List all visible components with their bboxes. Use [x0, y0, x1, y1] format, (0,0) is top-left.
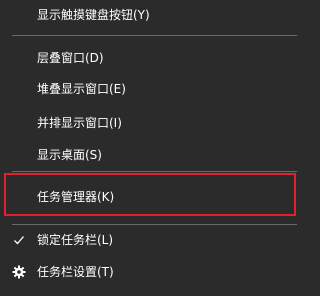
menu-item-show-desktop[interactable]: 显示桌面(S): [0, 140, 309, 170]
menu-item-show-windows-side-by-side[interactable]: 并排显示窗口(I): [0, 108, 309, 138]
menu-item-taskbar-settings[interactable]: 任务栏设置(T): [0, 257, 309, 287]
menu-separator: [12, 171, 297, 172]
menu-item-label: 显示桌面(S): [37, 148, 102, 162]
menu-separator: [12, 35, 297, 36]
menu-item-label: 堆叠显示窗口(E): [37, 82, 126, 96]
highlight-annotation-box: [4, 173, 296, 216]
menu-item-label: 层叠窗口(D): [37, 51, 104, 65]
menu-item-label: 并排显示窗口(I): [37, 116, 122, 130]
menu-item-label: 锁定任务栏(L): [37, 233, 114, 247]
menu-item-cascade-windows[interactable]: 层叠窗口(D): [0, 43, 309, 73]
menu-item-label: 显示触摸键盘按钮(Y): [37, 8, 150, 22]
menu-item-show-windows-stacked[interactable]: 堆叠显示窗口(E): [0, 74, 309, 104]
menu-item-show-touch-keyboard[interactable]: 显示触摸键盘按钮(Y): [0, 0, 309, 30]
taskbar-context-menu: 显示触摸键盘按钮(Y) 层叠窗口(D) 堆叠显示窗口(E) 并排显示窗口(I) …: [0, 0, 309, 296]
menu-item-label: 任务栏设置(T): [37, 265, 114, 279]
menu-item-lock-taskbar[interactable]: 锁定任务栏(L): [0, 225, 309, 255]
gear-icon: [11, 264, 27, 280]
checkmark-icon: [11, 232, 27, 248]
